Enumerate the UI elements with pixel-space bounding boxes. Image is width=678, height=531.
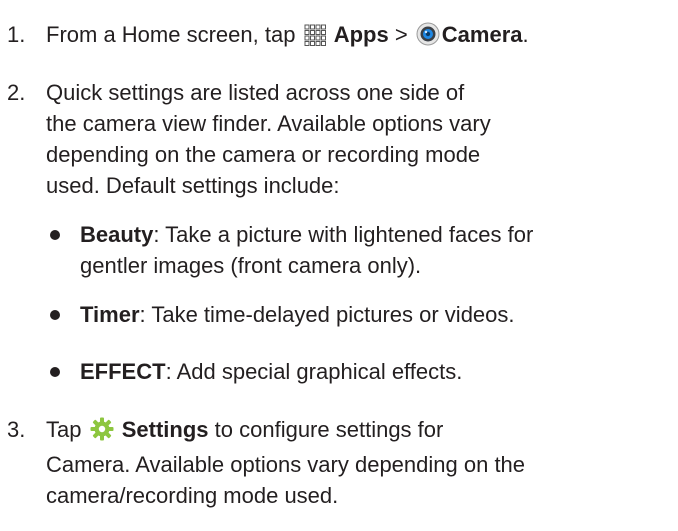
instruction-document: 1. From a Home screen, tap Apps > Camera… <box>0 0 678 531</box>
step-1-end: . <box>522 22 529 47</box>
step-3-line1-rest: to configure settings for <box>214 417 444 442</box>
path-separator: > <box>394 22 408 47</box>
bullet-dot <box>50 310 60 320</box>
settings-label: Settings <box>121 417 209 442</box>
step-2-text: Quick settings are listed across one sid… <box>46 77 678 201</box>
apps-label: Apps <box>333 22 389 47</box>
bullet-desc: : Add special graphical effects. <box>165 359 463 384</box>
step-1-text: From a Home screen, tap Apps > Camera. <box>46 19 678 54</box>
step-3-intro: Tap <box>46 417 82 442</box>
camera-label: Camera <box>441 22 523 47</box>
text-line: Quick settings are listed across one sid… <box>46 80 465 105</box>
camera-app-icon <box>416 22 440 54</box>
bullet-desc: : Take time-delayed pictures or videos. <box>139 302 515 327</box>
bullet-text: EFFECT: Add special graphical effects. <box>80 356 678 387</box>
bullet-text: Timer: Take time-delayed pictures or vid… <box>80 299 678 330</box>
apps-grid-icon <box>304 23 326 54</box>
text-line: used. Default settings include: <box>46 173 340 198</box>
bullet-text: Beauty: Take a picture with lightened fa… <box>80 219 678 281</box>
bullet-term: EFFECT <box>80 359 166 384</box>
settings-gear-icon <box>90 417 114 449</box>
text-line: camera/recording mode used. <box>46 483 339 508</box>
text-line: the camera view finder. Available option… <box>46 111 491 136</box>
bullet-term: Beauty <box>80 222 154 247</box>
text-line: depending on the camera or recording mod… <box>46 142 481 167</box>
bullet-dot <box>50 230 60 240</box>
bullet-desc: : Take a picture with lightened faces fo… <box>153 222 534 247</box>
bullet-desc-line: gentler images (front camera only). <box>80 253 422 278</box>
step-3-text: Tap Settings to configure settings for C… <box>46 414 678 511</box>
text-line: Camera. Available options vary depending… <box>46 452 526 477</box>
bullet-term: Timer <box>80 302 140 327</box>
step-number: 3. <box>7 417 26 442</box>
step-number: 2. <box>7 80 26 105</box>
step-1-intro: From a Home screen, tap <box>46 22 296 47</box>
bullet-dot <box>50 367 60 377</box>
step-number: 1. <box>7 22 26 47</box>
